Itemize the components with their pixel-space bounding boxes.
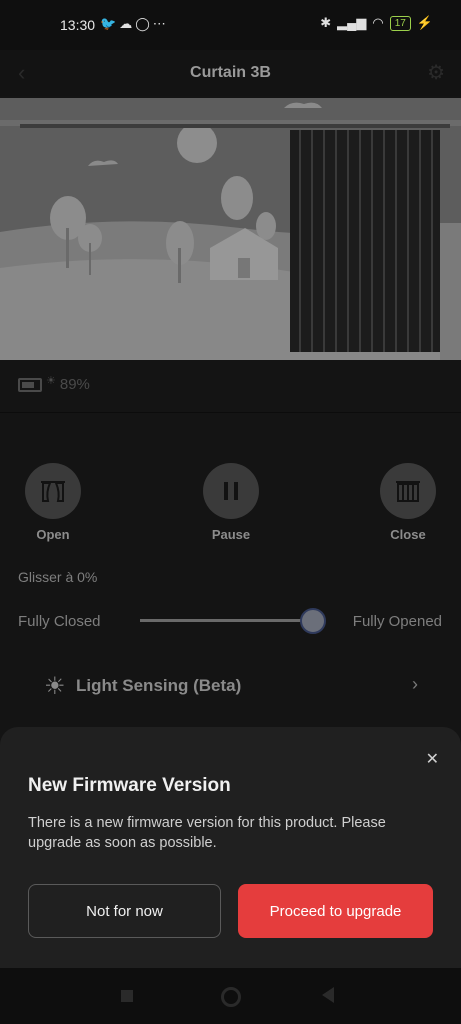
battery-percent: 89% — [59, 376, 90, 393]
wifi-icon: ◠ — [372, 15, 384, 30]
slider-fill — [140, 619, 314, 622]
back-icon[interactable] — [322, 987, 334, 1003]
scene-svg — [0, 98, 461, 360]
dialog-title: New Firmware Version — [28, 775, 231, 796]
close-button[interactable] — [380, 463, 436, 519]
light-sensing-row[interactable]: ☀ Light Sensing (Beta) › — [44, 670, 418, 704]
dialog-message: There is a new firmware version for this… — [28, 815, 386, 851]
close-label: Close — [390, 527, 426, 542]
close-icon[interactable]: ✕ — [426, 749, 439, 769]
device-battery: ☀ 89% — [18, 375, 90, 393]
open-control[interactable]: Open — [25, 463, 81, 542]
slider-min-label: Fully Closed — [18, 613, 101, 630]
divider — [0, 412, 461, 413]
more-icon: ⋯ — [152, 16, 169, 31]
pause-label: Pause — [211, 527, 251, 542]
app-header: ‹ Curtain 3B ⚙ — [0, 50, 461, 96]
slider-max-label: Fully Opened — [352, 613, 442, 630]
not-for-now-button[interactable]: Not for now — [28, 884, 221, 938]
close-control[interactable]: Close — [380, 463, 436, 542]
pause-button[interactable] — [203, 463, 259, 519]
sun-icon: ☀ — [44, 673, 66, 700]
signal-icon: ▂▄▆ — [337, 15, 367, 30]
curtain-scene-illustration — [0, 98, 461, 360]
page-title: Curtain 3B — [190, 64, 271, 81]
chevron-right-icon: › — [412, 674, 418, 694]
cloud-icon: ☁ — [119, 16, 136, 31]
position-slider[interactable] — [140, 608, 327, 634]
charging-icon: ⚡ — [416, 15, 433, 30]
pause-control[interactable]: Pause — [203, 463, 259, 542]
battery-icon: 17 — [389, 15, 411, 31]
recents-icon[interactable] — [121, 990, 133, 1002]
home-icon[interactable] — [221, 987, 241, 1007]
open-label: Open — [36, 527, 70, 542]
status-notification-icons: 🐦☁◯⋯ — [100, 16, 169, 32]
bluetooth-icon: ✱ — [320, 15, 332, 30]
solar-battery-icon — [18, 377, 42, 392]
pause-icon — [224, 482, 238, 500]
slider-thumb[interactable] — [300, 608, 327, 634]
closed-curtain-icon — [396, 481, 420, 502]
proceed-to-upgrade-button[interactable]: Proceed to upgrade — [238, 884, 433, 938]
status-time: 13:30 — [60, 17, 96, 33]
sun-small-icon: ☀ — [46, 375, 56, 387]
open-button[interactable] — [25, 463, 81, 519]
position-slider-row: Fully Closed Fully Opened — [0, 608, 461, 636]
light-sensing-label: Light Sensing (Beta) — [76, 676, 242, 695]
circle-icon: ◯ — [135, 16, 153, 31]
slide-position-label: Glisser à 0% — [18, 569, 98, 585]
firmware-update-dialog: ✕ New Firmware Version There is a new fi… — [0, 727, 461, 968]
system-nav-bar — [0, 968, 461, 1024]
open-curtain-icon — [41, 481, 65, 502]
status-bar: 13:30 🐦☁◯⋯ ✱ ▂▄▆ ◠ 17 ⚡ — [0, 0, 461, 50]
settings-icon[interactable]: ⚙ — [427, 60, 445, 85]
twitter-icon: 🐦 — [100, 16, 120, 31]
status-system-icons: ✱ ▂▄▆ ◠ 17 ⚡ — [320, 15, 433, 31]
